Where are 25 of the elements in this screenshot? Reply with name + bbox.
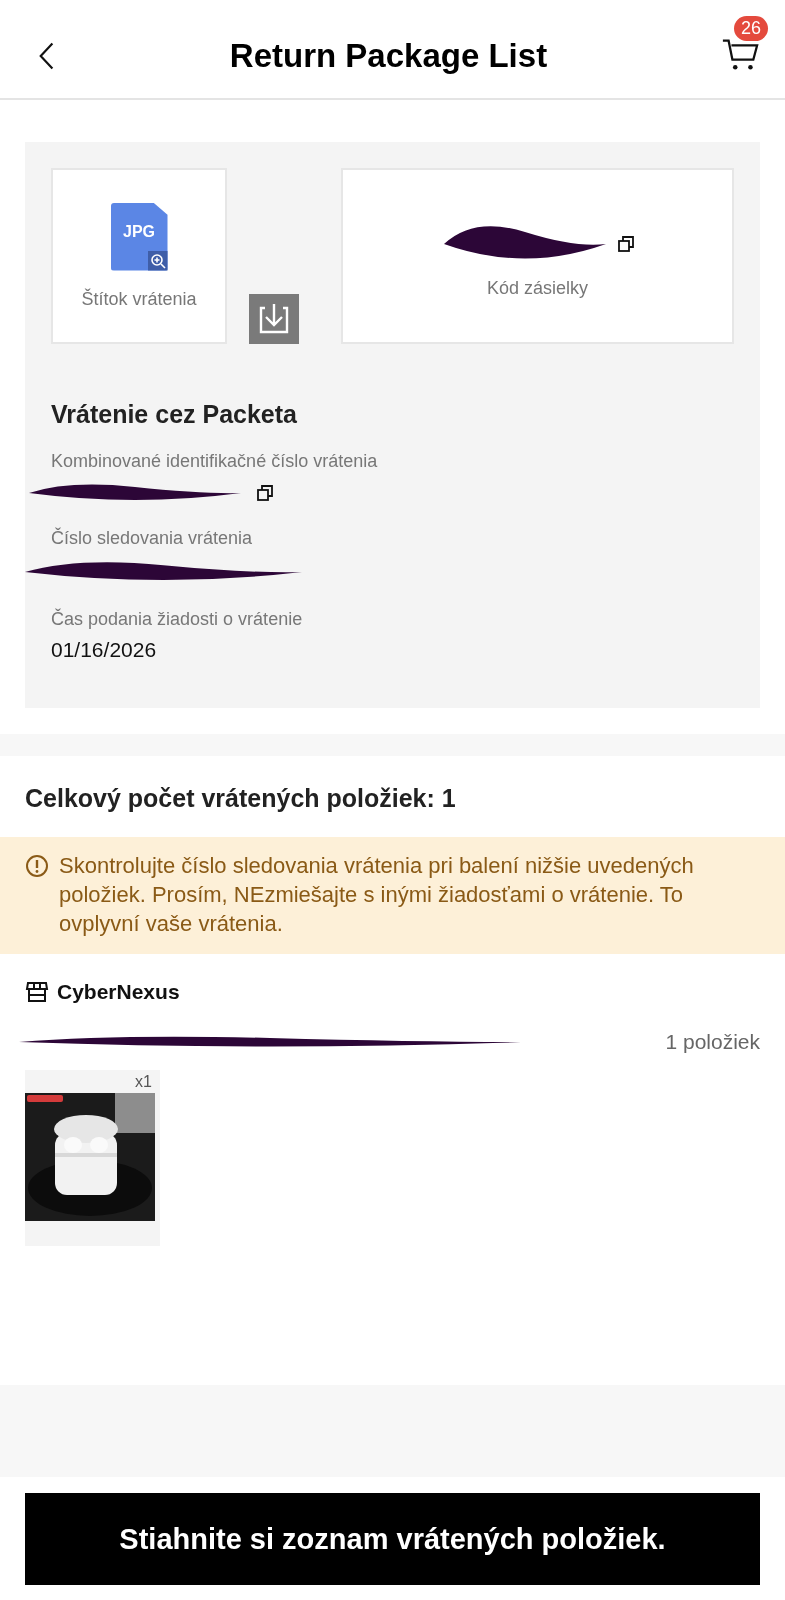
section-title: Vrátenie cez Packeta [51, 400, 298, 429]
copy-icon[interactable] [615, 233, 636, 254]
zoom-icon [147, 250, 168, 271]
back-button[interactable] [38, 40, 56, 72]
code-caption: Kód zásielky [486, 277, 589, 299]
warning-icon [25, 854, 49, 878]
field-label: Čas podania žiadosti o vrátenie [51, 609, 304, 630]
page-title: Return Package List [229, 37, 548, 75]
field-label: Číslo sledovania vrátenia [51, 528, 254, 549]
download-button[interactable] [249, 294, 299, 344]
item-count: 1 položiek [665, 1030, 760, 1054]
store-icon [25, 980, 49, 1004]
label-card[interactable]: JPG Štítok vrátenia [51, 168, 227, 344]
store-name: CyberNexus [57, 980, 180, 1004]
cart-badge: 26 [734, 16, 769, 41]
file-icon: JPG [110, 202, 168, 271]
field-label: Kombinované identifikačné číslo vrátenia [51, 451, 379, 472]
label-caption: Štítok vrátenia [81, 288, 197, 310]
product-tile[interactable]: x1 [25, 1070, 160, 1246]
quantity: x1 [134, 1072, 153, 1092]
warning-text: Skontrolujte číslo sledovania vrátenia pri balení nižšie uvedených položiek. Prosím, NEzmiešajte s inými žiadosťami o vrátenie. To ovplyvní vaše vrátenia. [59, 852, 695, 938]
download-list-button[interactable]: Stiahnite si zoznam vrátených položiek. [25, 1493, 760, 1585]
summary-title: Celkový počet vrátených položiek: 1 [24, 783, 457, 814]
copy-icon[interactable] [255, 483, 275, 503]
field-value: 01/16/2026 [51, 638, 157, 662]
